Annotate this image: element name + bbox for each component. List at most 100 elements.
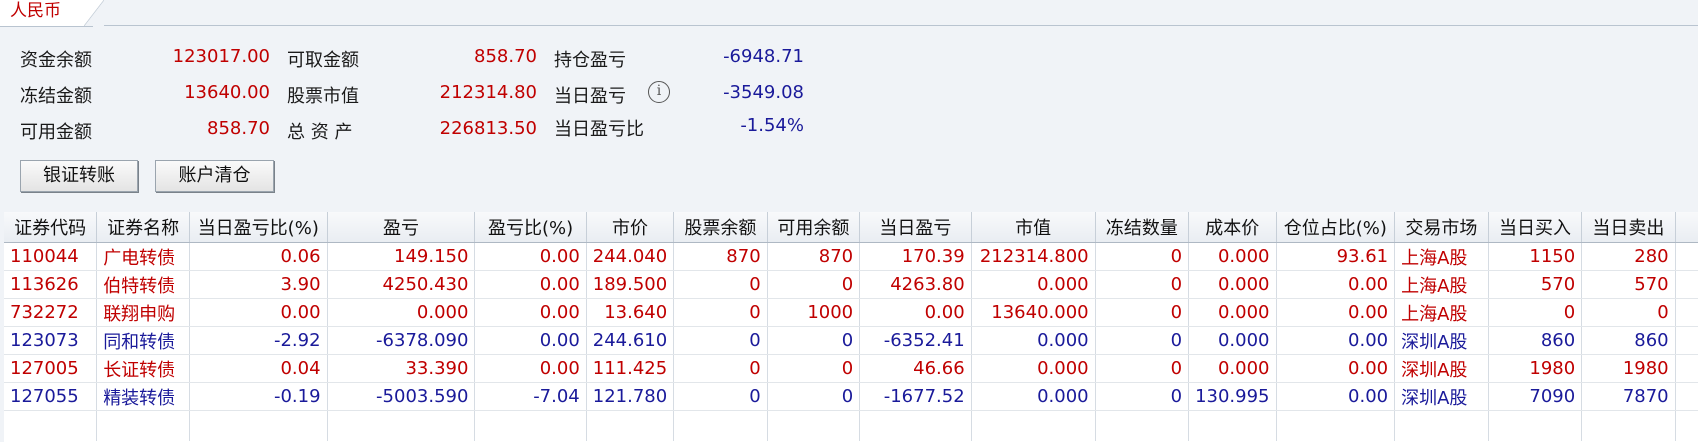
column-header[interactable]: 可用余额 — [767, 212, 861, 243]
table-cell: 130.995 — [1188, 382, 1277, 411]
tab-edge — [84, 0, 104, 26]
table-cell: 212314.800 — [971, 242, 1096, 271]
table-row[interactable]: 110044 广电转债 0.06 149.150 0.00 244.040 870 870 17… — [4, 242, 1698, 271]
table-cell: 0.06 — [189, 242, 328, 271]
table-cell: 0.00 — [474, 270, 587, 299]
table-cell-spacer — [1675, 354, 1698, 383]
table-cell: 0.000 — [971, 270, 1096, 299]
fund-balance-label: 资金余额 — [20, 50, 92, 71]
table-cell-empty — [1488, 410, 1583, 441]
table-cell: 0.00 — [1276, 382, 1396, 411]
available-amount-label: 可用金额 — [20, 122, 92, 143]
table-cell: 149.150 — [327, 242, 476, 271]
table-row[interactable]: 113626 伯特转债 3.90 4250.430 0.00 189.500 0 0 4263.… — [4, 270, 1698, 299]
table-empty-row — [4, 410, 1698, 441]
column-header[interactable]: 当日盈亏比(%) — [189, 212, 328, 243]
table-cell: 广电转债 — [96, 242, 190, 271]
clear-account-button[interactable]: 账户清仓 — [155, 160, 274, 192]
table-cell: 长证转债 — [96, 354, 190, 383]
table-cell: 1150 — [1488, 242, 1583, 271]
table-cell: -6352.41 — [859, 326, 972, 355]
table-cell-empty — [4, 410, 98, 441]
table-cell: 0 — [673, 326, 768, 355]
table-cell: 联翔申购 — [96, 298, 190, 327]
table-row[interactable]: 127055 精装转债 -0.19 -5003.590 -7.04 121.780 0 0 -1… — [4, 382, 1698, 411]
column-header[interactable]: 仓位占比(%) — [1276, 212, 1396, 243]
table-cell: 0.00 — [189, 298, 328, 327]
table-cell: 860 — [1488, 326, 1583, 355]
table-cell: 0.000 — [327, 298, 476, 327]
table-cell: 0.000 — [1188, 354, 1277, 383]
tab-rmb[interactable]: 人民币 — [0, 0, 93, 27]
table-cell: 0.000 — [971, 382, 1096, 411]
table-cell: 244.040 — [586, 242, 675, 271]
table-cell: 280 — [1581, 242, 1676, 271]
column-header[interactable]: 市值 — [971, 212, 1096, 243]
table-cell: 1000 — [767, 298, 861, 327]
table-cell: 0 — [1095, 242, 1190, 271]
withdrawable-label: 可取金额 — [287, 50, 359, 71]
table-row[interactable]: 127005 长证转债 0.04 33.390 0.00 111.425 0 0 46.66 0.… — [4, 354, 1698, 383]
table-cell: -2.92 — [189, 326, 328, 355]
column-header[interactable]: 股票余额 — [673, 212, 768, 243]
table-cell: 0.00 — [474, 242, 587, 271]
table-cell-empty — [1095, 410, 1190, 441]
column-header[interactable]: 盈亏比(%) — [474, 212, 587, 243]
daily-pl-label: 当日盈亏 — [554, 86, 626, 107]
table-cell: 0 — [767, 354, 861, 383]
info-icon[interactable]: i — [648, 81, 670, 103]
bank-transfer-button[interactable]: 银证转账 — [20, 160, 138, 192]
table-cell: 0 — [673, 354, 768, 383]
table-cell-empty — [767, 410, 861, 441]
column-header[interactable]: 成本价 — [1188, 212, 1277, 243]
table-row[interactable]: 123073 同和转债 -2.92 -6378.090 0.00 244.610 0 0 -63… — [4, 326, 1698, 355]
available-amount-value: 858.70 — [207, 118, 270, 139]
table-cell: 0 — [767, 382, 861, 411]
stock-value-value: 212314.80 — [439, 82, 537, 103]
table-cell: -1677.52 — [859, 382, 972, 411]
frozen-amount-label: 冻结金额 — [20, 86, 92, 107]
total-assets-label: 总 资 产 — [287, 122, 353, 143]
table-cell: 123073 — [4, 326, 98, 355]
table-cell: 870 — [673, 242, 768, 271]
column-header[interactable]: 当日买入 — [1488, 212, 1583, 243]
table-cell-empty — [189, 410, 328, 441]
table-cell-empty — [474, 410, 587, 441]
table-row[interactable]: 732272 联翔申购 0.00 0.000 0.00 13.640 0 1000 0.00 13… — [4, 298, 1698, 327]
table-cell-spacer — [1675, 298, 1698, 327]
table-cell: 13.640 — [586, 298, 675, 327]
table-cell: 127055 — [4, 382, 98, 411]
table-cell: 570 — [1581, 270, 1676, 299]
table-cell: 0.000 — [1188, 326, 1277, 355]
table-cell: 0 — [1095, 382, 1190, 411]
table-cell: 46.66 — [859, 354, 972, 383]
column-header[interactable]: 交易市场 — [1394, 212, 1489, 243]
positions-grid[interactable]: 证券代码 证券名称 当日盈亏比(%) 盈亏 盈亏比(%) 市价 股票余额 可用余… — [4, 212, 1698, 442]
table-cell: 同和转债 — [96, 326, 190, 355]
table-cell: 4263.80 — [859, 270, 972, 299]
table-cell: 860 — [1581, 326, 1676, 355]
table-cell: 110044 — [4, 242, 98, 271]
table-cell: 0 — [1095, 354, 1190, 383]
column-header[interactable]: 市价 — [586, 212, 675, 243]
table-cell: 0.000 — [971, 326, 1096, 355]
holding-pl-value: -6948.71 — [723, 46, 804, 67]
column-header[interactable]: 冻结数量 — [1095, 212, 1190, 243]
daily-pl-value: -3549.08 — [723, 82, 804, 103]
table-cell-spacer — [1675, 382, 1698, 411]
table-cell-spacer — [1675, 270, 1698, 299]
column-header[interactable]: 证券代码 — [4, 212, 98, 243]
table-cell: 0 — [1488, 298, 1583, 327]
column-header[interactable]: 盈亏 — [327, 212, 476, 243]
table-cell: 570 — [1488, 270, 1583, 299]
column-header[interactable]: 当日卖出 — [1581, 212, 1676, 243]
table-cell: 870 — [767, 242, 861, 271]
column-header[interactable]: 证券名称 — [96, 212, 190, 243]
table-cell: 7870 — [1581, 382, 1676, 411]
column-header[interactable]: 当日盈亏 — [859, 212, 972, 243]
table-cell: 170.39 — [859, 242, 972, 271]
column-header-spacer — [1675, 212, 1698, 243]
table-cell: 0 — [673, 270, 768, 299]
table-cell: 精装转债 — [96, 382, 190, 411]
table-cell: 7090 — [1488, 382, 1583, 411]
